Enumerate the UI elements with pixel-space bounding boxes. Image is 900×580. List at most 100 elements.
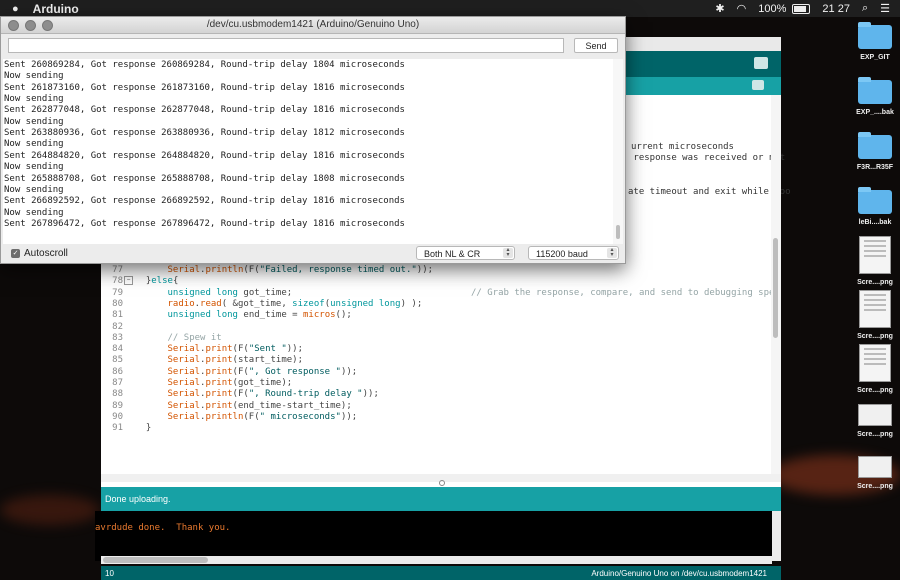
code-text: Serial.print(F(", Round-trip delay ")); [167, 389, 379, 400]
desktop-icon[interactable]: Scre....png [845, 396, 900, 438]
line-number: 88 [112, 389, 123, 400]
menu-bar: ● Arduino ✱ ◠ 100% 21 27 ⌕ ☰ [0, 0, 900, 17]
desktop-icon[interactable]: EXP_....bak [845, 77, 900, 116]
screenshot-thumbnail-icon [858, 404, 892, 426]
serial-output-line: Sent 266892592, Got response 266892592, … [4, 196, 405, 207]
line-number: 90 [112, 411, 123, 422]
code-text: unsigned long end_time = micros(); [167, 310, 352, 321]
serial-monitor-icon[interactable] [754, 57, 768, 69]
serial-titlebar[interactable]: /dev/cu.usbmodem1421 (Arduino/Genuino Un… [1, 17, 625, 34]
code-text: }else{ [135, 276, 179, 287]
split-divider-handle[interactable] [439, 480, 445, 486]
desktop-icon[interactable]: Scre....png [845, 448, 900, 490]
code-line: 90 Serial.println(F(" microseconds")); [101, 412, 357, 423]
battery-indicator[interactable]: 100% [758, 2, 811, 15]
line-number: 82 [112, 321, 123, 332]
desktop-icon[interactable]: Scre....png [845, 344, 900, 394]
screenshot-thumbnail-icon [859, 290, 891, 328]
folder-icon [858, 22, 892, 49]
window-zoom-button[interactable] [42, 20, 53, 31]
serial-output-line: Sent 261873160, Got response 261873160, … [4, 82, 405, 93]
line-number: 87 [112, 378, 123, 388]
serial-output-line: Now sending [4, 207, 64, 218]
code-line: 78− }else{ [101, 276, 178, 287]
serial-output-line: Sent 267896472, Got response 267896472, … [4, 218, 405, 229]
serial-output-line: Now sending [4, 116, 64, 127]
upload-status-bar: Done uploading. [101, 487, 781, 511]
code-line: 84 Serial.print(F("Sent ")); [101, 344, 303, 355]
code-line: 80 radio.read( &got_time, sizeof(unsigne… [101, 299, 422, 310]
line-number: 77 [112, 265, 123, 275]
status-message: Done uploading. [105, 494, 171, 504]
code-line: 89 Serial.print(end_time-start_time); [101, 401, 352, 412]
screenshot-thumbnail-icon [858, 456, 892, 478]
serial-send-input[interactable] [8, 38, 564, 53]
menu-app-name[interactable]: Arduino [33, 2, 79, 16]
desktop-icon-label: Scre....png [857, 431, 893, 438]
desktop-icon-label: EXP_....bak [856, 109, 894, 116]
line-number: 85 [112, 355, 123, 366]
folder-icon [858, 132, 892, 159]
serial-monitor-window: /dev/cu.usbmodem1421 (Arduino/Genuino Un… [0, 16, 626, 264]
bluetooth-icon[interactable]: ✱ [715, 2, 724, 15]
wifi-icon[interactable]: ◠ [737, 2, 747, 15]
serial-output-line: Now sending [4, 184, 64, 195]
ide-footer: 10 Arduino/Genuino Uno on /dev/cu.usbmod… [101, 566, 781, 580]
serial-output-line: Now sending [4, 71, 64, 82]
code-line: 86 Serial.print(F(", Got response ")); [101, 367, 357, 378]
code-text: Serial.print(F(", Got response ")); [167, 366, 358, 377]
spotlight-search-icon[interactable]: ⌕ [862, 2, 868, 15]
menu-status-area: ✱ ◠ 100% 21 27 ⌕ ☰ [715, 2, 890, 15]
code-text: Serial.print(got_time); [167, 378, 293, 388]
desktop-icon[interactable]: F3R...R35F [845, 132, 900, 171]
desktop-icon-label: Scre....png [857, 333, 893, 340]
baud-rate-value: 115200 baud [536, 249, 588, 259]
chevron-updown-icon: ▴ ▾ [503, 247, 513, 258]
desktop-icon-label: F3R...R35F [856, 164, 894, 171]
code-text: Serial.println(F(" microseconds")); [167, 411, 358, 422]
code-text: } [135, 423, 152, 434]
window-close-button[interactable] [8, 20, 19, 31]
code-line: 87 Serial.print(got_time); [101, 378, 292, 389]
send-button[interactable]: Send [574, 38, 618, 53]
fold-toggle-icon[interactable]: − [124, 276, 133, 286]
autoscroll-checkbox[interactable]: ✓ [11, 249, 20, 258]
console-scrollbar[interactable] [772, 511, 781, 561]
serial-bottom-bar: ✓ Autoscroll Both NL & CR ▴ ▾ 115200 baud… [1, 246, 625, 263]
serial-output-line: Sent 264884820, Got response 264884820, … [4, 150, 405, 161]
code-fragment: urrent microseconds [631, 142, 734, 152]
desktop-icon-label: Scre....png [857, 483, 893, 490]
serial-output[interactable]: Sent 260869284, Got response 260869284, … [3, 59, 613, 244]
serial-output-scrollbar[interactable] [613, 59, 623, 244]
tab-menu-icon[interactable] [752, 80, 764, 90]
screenshot-thumbnail-icon [859, 344, 891, 382]
battery-icon [792, 3, 811, 14]
code-line: 82 [101, 322, 135, 333]
code-line: 88 Serial.print(F(", Round-trip delay ")… [101, 389, 379, 400]
line-number: 91 [112, 423, 123, 434]
baud-rate-select[interactable]: 115200 baud ▴ ▾ [528, 246, 619, 260]
serial-output-line: Sent 260869284, Got response 260869284, … [4, 60, 405, 70]
line-ending-select[interactable]: Both NL & CR ▴ ▾ [416, 246, 515, 260]
serial-output-line: Now sending [4, 94, 64, 105]
notification-center-icon[interactable]: ☰ [880, 2, 890, 15]
battery-percent: 100% [758, 2, 787, 15]
window-minimize-button[interactable] [25, 20, 36, 31]
code-text: Serial.print(start_time); [167, 355, 303, 366]
code-fragment: response was received or not [628, 153, 786, 163]
code-fragment: ate timeout and exit while loo [628, 187, 791, 197]
console-message: avrdude done. Thank you. [95, 523, 231, 533]
code-text: unsigned long got_time; // Grab the resp… [167, 287, 780, 298]
desktop-icon[interactable]: leBi....bak [845, 187, 900, 226]
desktop-icon[interactable]: Scre....png [845, 236, 900, 286]
desktop-icon-label: EXP_GIT [860, 54, 890, 61]
line-number: 84 [112, 344, 123, 355]
code-line: 77 Serial.println(F("Failed, response ti… [101, 265, 433, 276]
code-text: radio.read( &got_time, sizeof(unsigned l… [167, 298, 423, 309]
apple-icon[interactable]: ● [12, 3, 19, 15]
desktop-icon-label: leBi....bak [858, 219, 892, 226]
editor-scrollbar[interactable] [771, 95, 781, 475]
menu-clock[interactable]: 21 27 [822, 3, 850, 15]
desktop-icon[interactable]: EXP_GIT [845, 22, 900, 61]
desktop-icon[interactable]: Scre....png [845, 290, 900, 340]
